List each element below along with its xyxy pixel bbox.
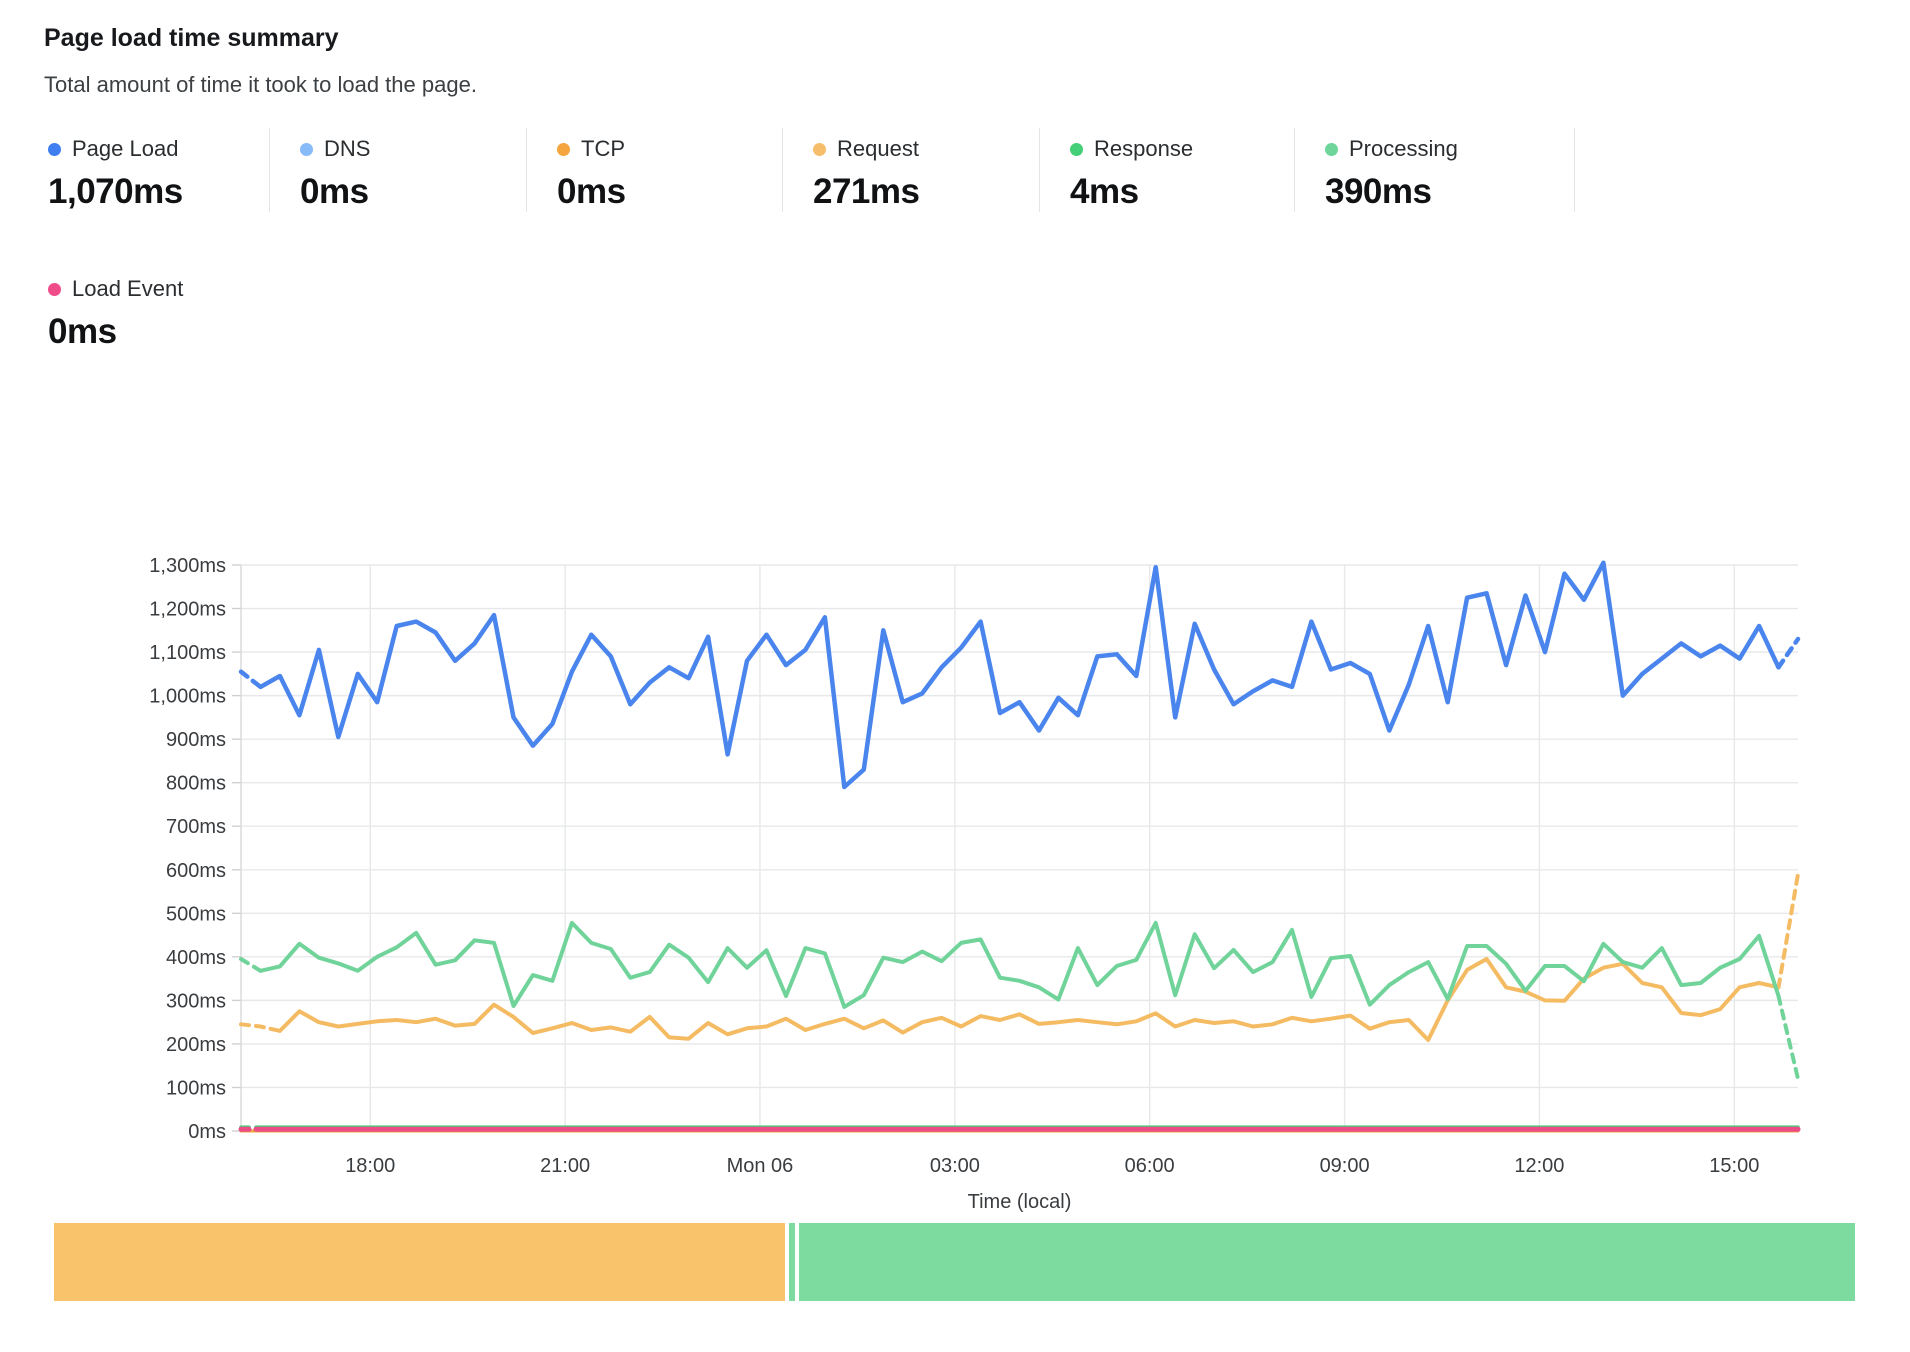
status-bar	[54, 1223, 1855, 1301]
series-processing	[261, 923, 1779, 1007]
y-axis-label: 300ms	[166, 990, 226, 1012]
status-segment-passing[interactable]	[799, 1223, 1855, 1301]
series-processing	[241, 959, 261, 971]
series-request	[241, 1024, 280, 1031]
y-axis-label: 500ms	[166, 903, 226, 925]
status-segment-passing[interactable]	[789, 1223, 795, 1301]
series-page-load	[261, 563, 1779, 787]
x-axis-label: 09:00	[1320, 1155, 1370, 1177]
y-axis-label: 100ms	[166, 1077, 226, 1099]
x-axis-label: Mon 06	[727, 1155, 794, 1177]
y-axis-label: 1,000ms	[149, 686, 226, 708]
y-axis-label: 1,200ms	[149, 599, 226, 621]
status-segment-degraded[interactable]	[54, 1223, 785, 1301]
y-axis-label: 900ms	[166, 729, 226, 751]
page: { "header": { "title": "Page load time s…	[0, 0, 1910, 1352]
x-axis-label: 03:00	[930, 1155, 980, 1177]
y-axis-label: 1,300ms	[149, 555, 226, 577]
x-axis-title: Time (local)	[968, 1191, 1072, 1213]
x-axis-label: 18:00	[345, 1155, 395, 1177]
y-axis-label: 700ms	[166, 816, 226, 838]
series-request	[1779, 874, 1799, 987]
x-axis-label: 15:00	[1709, 1155, 1759, 1177]
series-processing	[1779, 996, 1799, 1079]
series-page-load	[241, 672, 261, 687]
x-axis-label: 12:00	[1514, 1155, 1564, 1177]
y-axis-label: 400ms	[166, 947, 226, 969]
x-axis-label: 06:00	[1125, 1155, 1175, 1177]
series-page-load	[1779, 639, 1799, 667]
y-axis-label: 800ms	[166, 773, 226, 795]
y-axis-label: 0ms	[188, 1121, 226, 1143]
y-axis-label: 600ms	[166, 860, 226, 882]
x-axis-label: 21:00	[540, 1155, 590, 1177]
page-load-time-chart[interactable]: 0ms 100ms 200ms 300ms 400ms 500ms 600ms 700ms 80…	[0, 0, 1910, 1352]
y-axis-label: 1,100ms	[149, 642, 226, 664]
y-axis-label: 200ms	[166, 1034, 226, 1056]
